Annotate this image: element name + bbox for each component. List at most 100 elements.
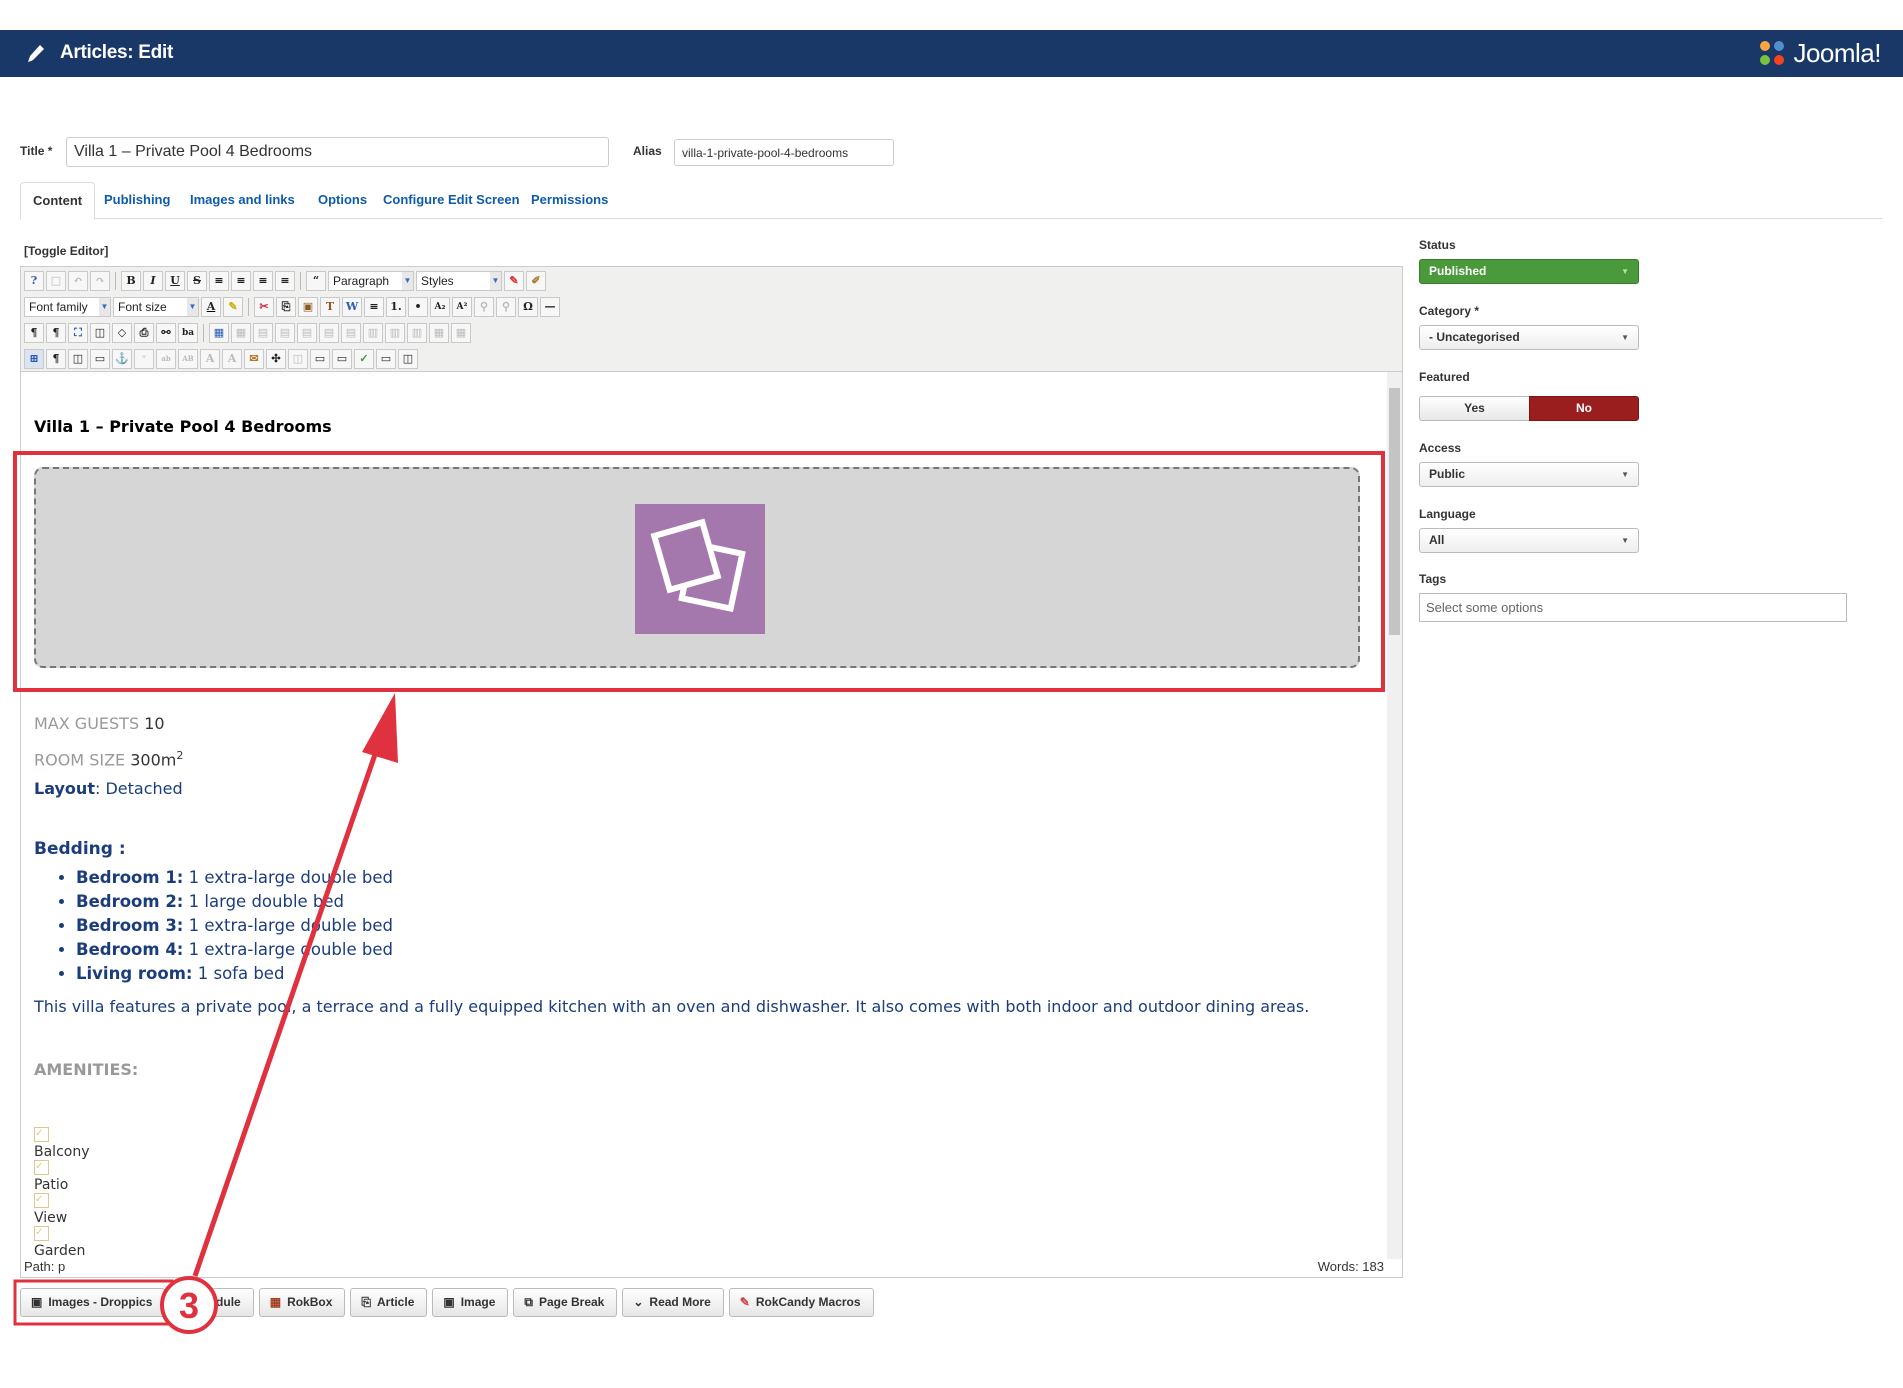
row-before-icon[interactable]: ▤ (297, 323, 317, 343)
access-select[interactable]: Public ▼ (1419, 462, 1639, 487)
featured-yes-button[interactable]: Yes (1419, 396, 1529, 421)
strikethrough-icon[interactable]: S (187, 271, 207, 291)
table-properties-icon[interactable]: ▦ (231, 323, 251, 343)
status-select[interactable]: Published ▼ (1419, 259, 1639, 284)
language-select[interactable]: All ▼ (1419, 528, 1639, 553)
link-icon[interactable]: ⚲ (474, 297, 494, 317)
bold-icon[interactable]: B (121, 271, 141, 291)
tab-publishing[interactable]: Publishing (92, 182, 182, 217)
template-icon[interactable]: ◫ (68, 349, 88, 369)
italic-icon[interactable]: I (143, 271, 163, 291)
title-input[interactable]: Villa 1 – Private Pool 4 Bedrooms (66, 137, 609, 167)
tags-input[interactable]: Select some options (1419, 593, 1847, 622)
underline-icon[interactable]: U (165, 271, 185, 291)
images-droppics-button[interactable]: ▣ Images - Droppics (20, 1288, 166, 1317)
image-button[interactable]: ▣ Image (432, 1288, 509, 1317)
help-icon[interactable]: ? (24, 271, 44, 291)
nonbreaking-icon[interactable]: ◫ (398, 349, 418, 369)
table-insert-icon[interactable]: ▦ (209, 323, 229, 343)
tab-content[interactable]: Content (20, 182, 96, 220)
article-button[interactable]: ⎘ Article (350, 1288, 428, 1317)
layer-icon[interactable]: ✣ (266, 349, 286, 369)
search-icon[interactable]: ⚯ (156, 323, 176, 343)
merge-cells-icon[interactable]: ▦ (451, 323, 471, 343)
blockquote-icon[interactable]: “ (306, 271, 326, 291)
spellcheck-icon[interactable]: ✓ (354, 349, 374, 369)
unlink-icon[interactable]: ⚲ (496, 297, 516, 317)
subscript-icon[interactable]: A₂ (430, 297, 450, 317)
tab-options[interactable]: Options (306, 182, 379, 217)
rtl-icon[interactable]: ¶ (46, 323, 66, 343)
text-color-icon[interactable]: A (201, 297, 221, 317)
ordered-list-icon[interactable]: 1. (386, 297, 406, 317)
ltr-icon[interactable]: ¶ (24, 323, 44, 343)
rokcandy-macros-button[interactable]: ✎ RokCandy Macros (728, 1288, 874, 1317)
cell-properties-icon[interactable]: ▤ (275, 323, 295, 343)
acronym-icon[interactable]: AB (178, 349, 198, 369)
undo-icon[interactable]: ↶ (68, 271, 88, 291)
cite-icon[interactable]: “ (134, 349, 154, 369)
tab-permissions[interactable]: Permissions (519, 182, 620, 217)
module-button[interactable]: ▤ Module (170, 1288, 254, 1317)
cleanup-brush-icon[interactable]: ✐ (526, 271, 546, 291)
delete-row-icon[interactable]: ▤ (341, 323, 361, 343)
cut-icon[interactable]: ✂ (254, 297, 274, 317)
abbr-icon[interactable]: ab (156, 349, 176, 369)
font-family-select[interactable]: Font family ▼ (24, 297, 111, 317)
special-character-icon[interactable]: Ω (518, 297, 538, 317)
editor-scrollbar-thumb[interactable] (1389, 388, 1400, 635)
font-size-select[interactable]: Font size ▼ (113, 297, 199, 317)
pagebreak-icon[interactable]: ▭ (376, 349, 396, 369)
amenity-label: View (34, 1210, 68, 1226)
replace-icon[interactable]: ba (178, 323, 198, 343)
tab-configure-edit-screen[interactable]: Configure Edit Screen (371, 182, 532, 217)
anchor-icon[interactable]: ⚓ (112, 349, 132, 369)
highlight-color-icon[interactable]: ✎ (223, 297, 243, 317)
format-select[interactable]: Paragraph ▼ (328, 271, 414, 291)
styles-select[interactable]: Styles ▼ (416, 271, 502, 291)
horizontal-rule-icon[interactable]: — (540, 297, 560, 317)
source-code-icon[interactable]: ◇ (112, 323, 132, 343)
copy-icon[interactable]: ⎘ (276, 297, 296, 317)
print-icon[interactable]: ⎙ (134, 323, 154, 343)
fullscreen-icon[interactable]: ⛶ (68, 323, 88, 343)
preview-icon[interactable]: ◫ (90, 323, 110, 343)
align-right-icon[interactable]: ≡ (275, 271, 295, 291)
ins-icon[interactable]: A (222, 349, 242, 369)
editor-content[interactable]: Villa 1 – Private Pool 4 Bedrooms MAX GU… (21, 372, 1387, 1259)
del-icon[interactable]: A (200, 349, 220, 369)
show-blocks-icon[interactable]: ¶ (46, 349, 66, 369)
toggle-editor-link[interactable]: [Toggle Editor] (24, 244, 108, 258)
paste-word-icon[interactable]: W (342, 297, 362, 317)
media-icon[interactable]: ▭ (90, 349, 110, 369)
category-select[interactable]: - Uncategorised ▼ (1419, 325, 1639, 350)
page-break-button[interactable]: ⧉ Page Break (513, 1288, 618, 1317)
indent-icon[interactable]: ≡ (364, 297, 384, 317)
redo-icon[interactable]: ↷ (90, 271, 110, 291)
split-cells-icon[interactable]: ▦ (429, 323, 449, 343)
style-props-icon[interactable]: ▭ (310, 349, 330, 369)
paste-icon[interactable]: ▣ (298, 297, 318, 317)
col-before-icon[interactable]: ▥ (363, 323, 383, 343)
read-more-button[interactable]: ⌄ Read More (622, 1288, 724, 1317)
align-justify-icon[interactable]: ≡ (209, 271, 229, 291)
bullet-list-icon[interactable]: • (408, 297, 428, 317)
col-after-icon[interactable]: ▥ (385, 323, 405, 343)
visual-aid-icon[interactable]: ⊞ (24, 349, 44, 369)
tab-images-and-links[interactable]: Images and links (178, 182, 307, 217)
alias-input[interactable]: villa-1-private-pool-4-bedrooms (674, 139, 894, 166)
rokbox-button[interactable]: ▦ RokBox (258, 1288, 346, 1317)
attributes-icon[interactable]: ✉ (244, 349, 264, 369)
move-forward-icon[interactable]: ◫ (288, 349, 308, 369)
eraser-icon[interactable]: ✎ (504, 271, 524, 291)
row-after-icon[interactable]: ▤ (319, 323, 339, 343)
superscript-icon[interactable]: A² (452, 297, 472, 317)
image-icon[interactable]: ▭ (332, 349, 352, 369)
row-properties-icon[interactable]: ▤ (253, 323, 273, 343)
featured-no-button[interactable]: No (1529, 396, 1639, 421)
new-document-icon[interactable]: □ (46, 271, 66, 291)
align-center-icon[interactable]: ≡ (231, 271, 251, 291)
paste-text-icon[interactable]: T (320, 297, 340, 317)
align-left-icon[interactable]: ≡ (253, 271, 273, 291)
delete-col-icon[interactable]: ▥ (407, 323, 427, 343)
